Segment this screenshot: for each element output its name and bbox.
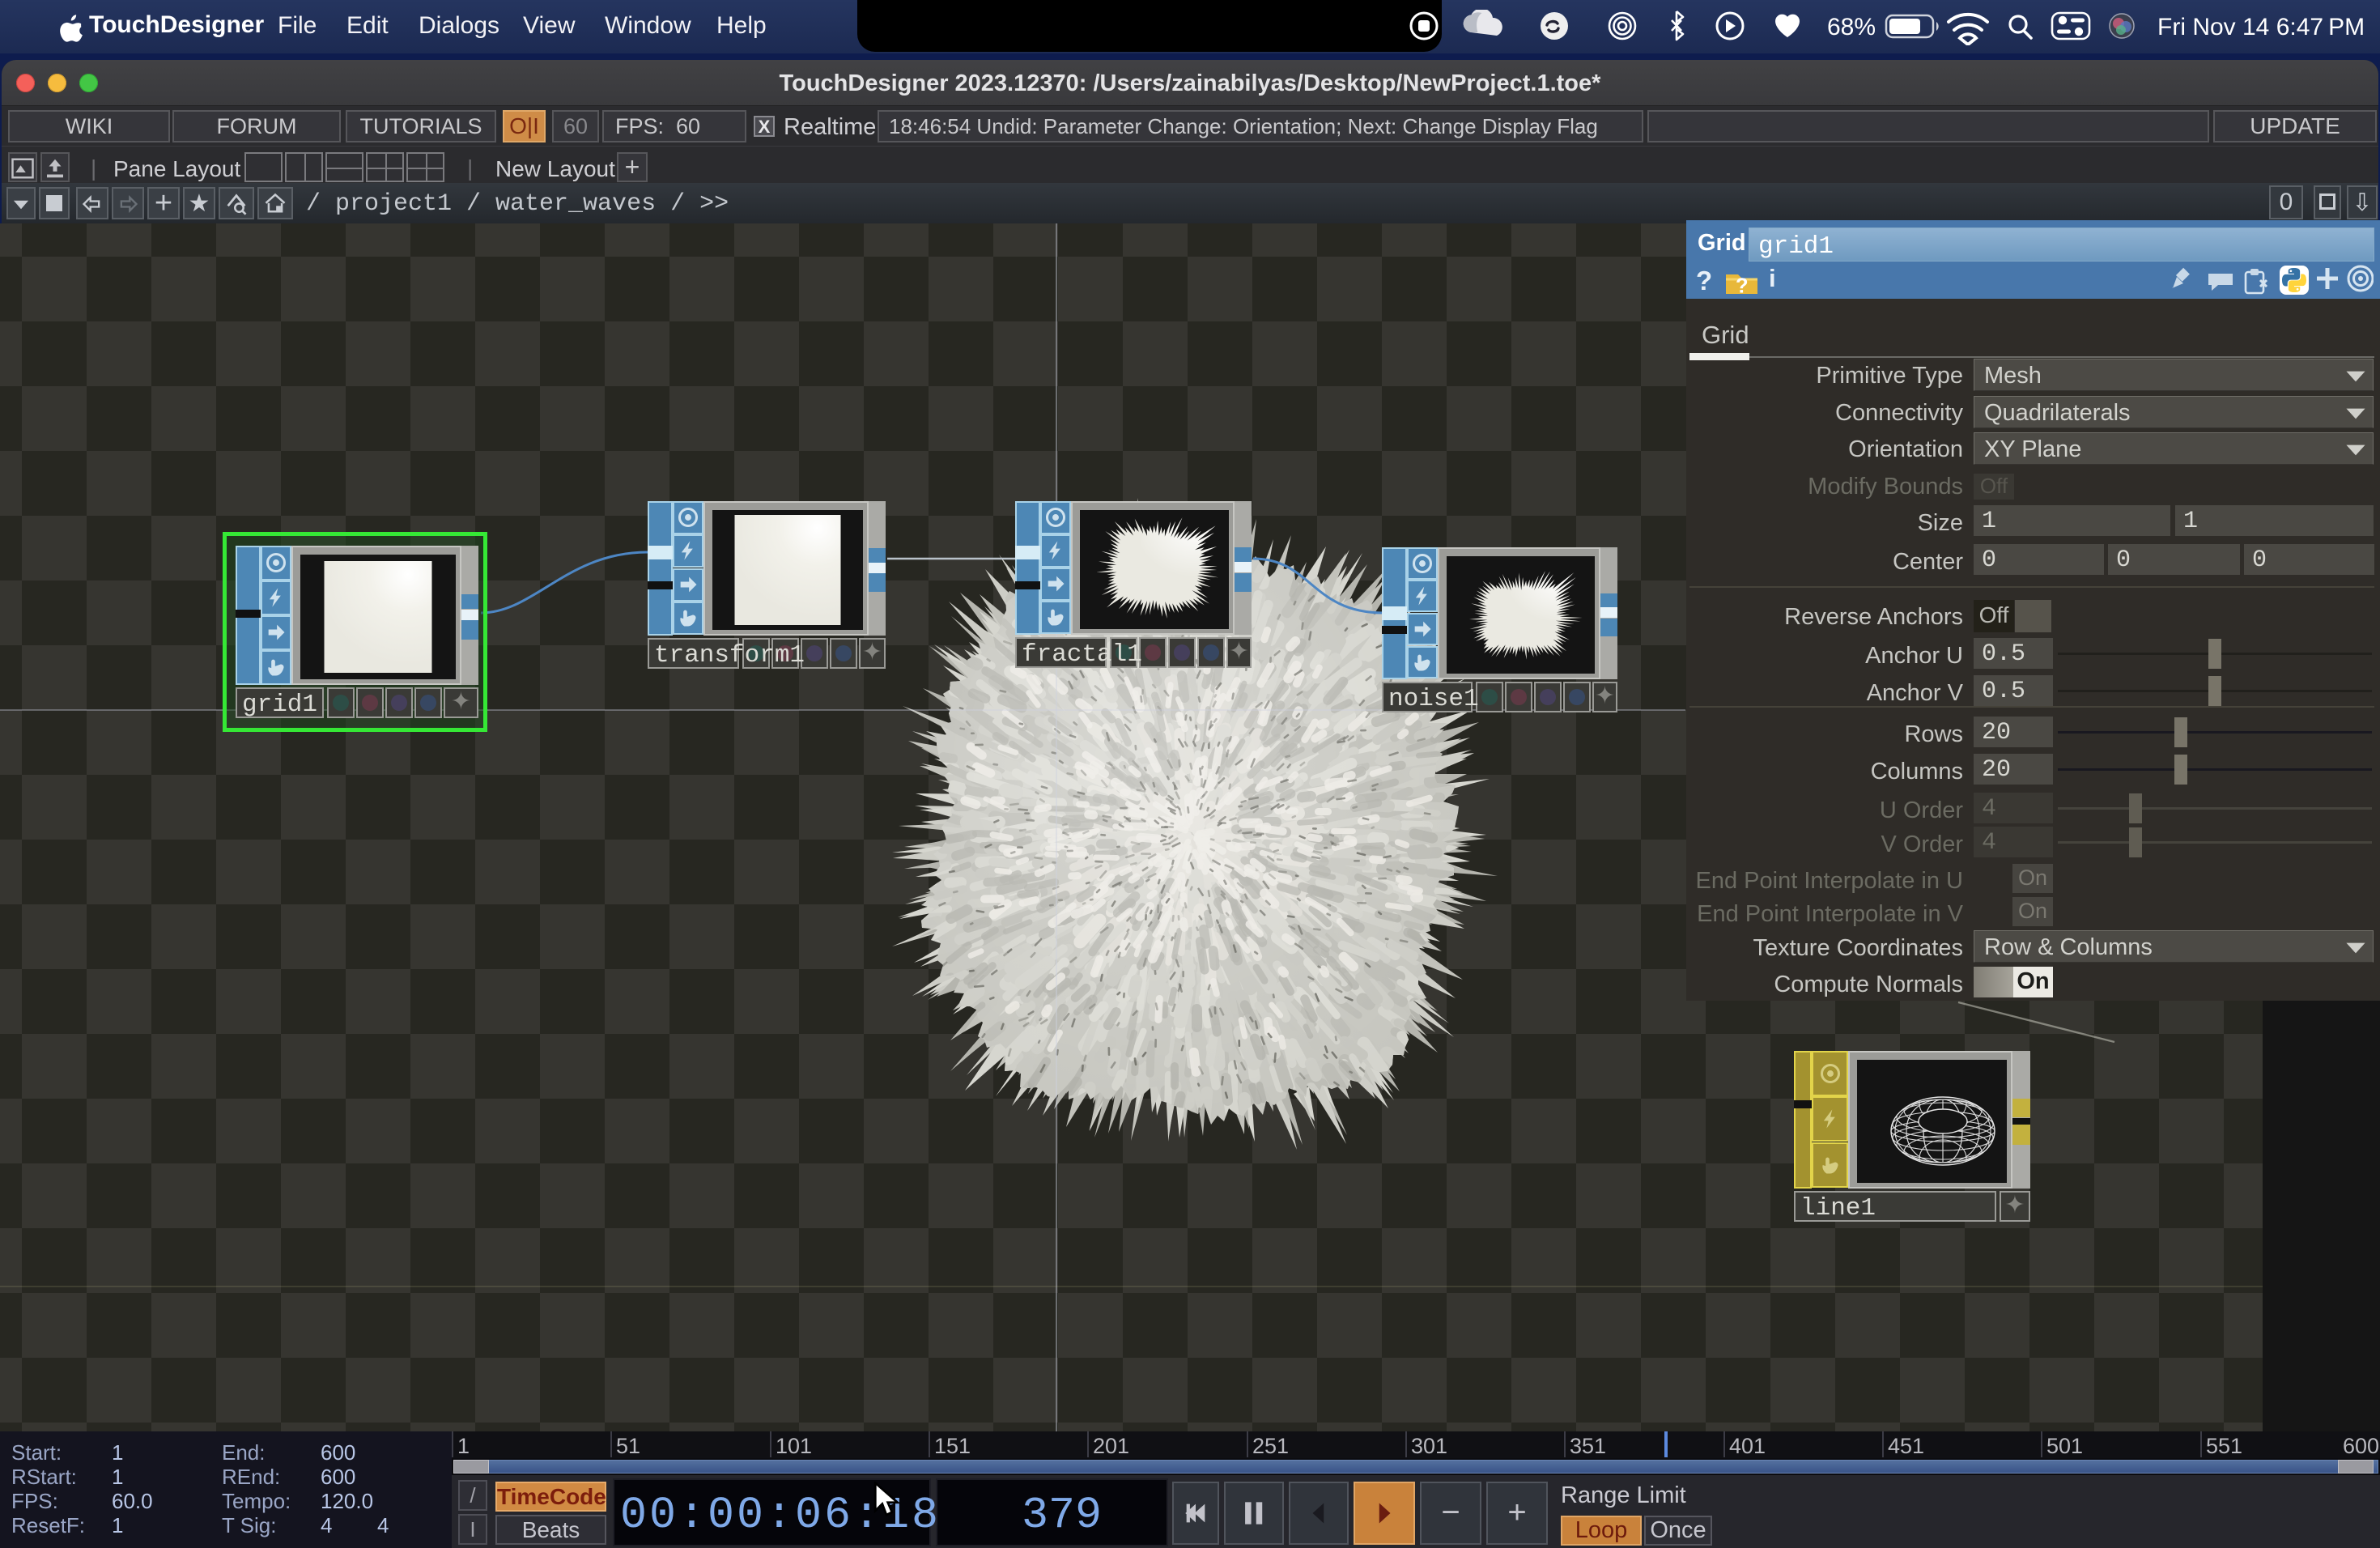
svg-text:?: ? (1736, 275, 1749, 297)
